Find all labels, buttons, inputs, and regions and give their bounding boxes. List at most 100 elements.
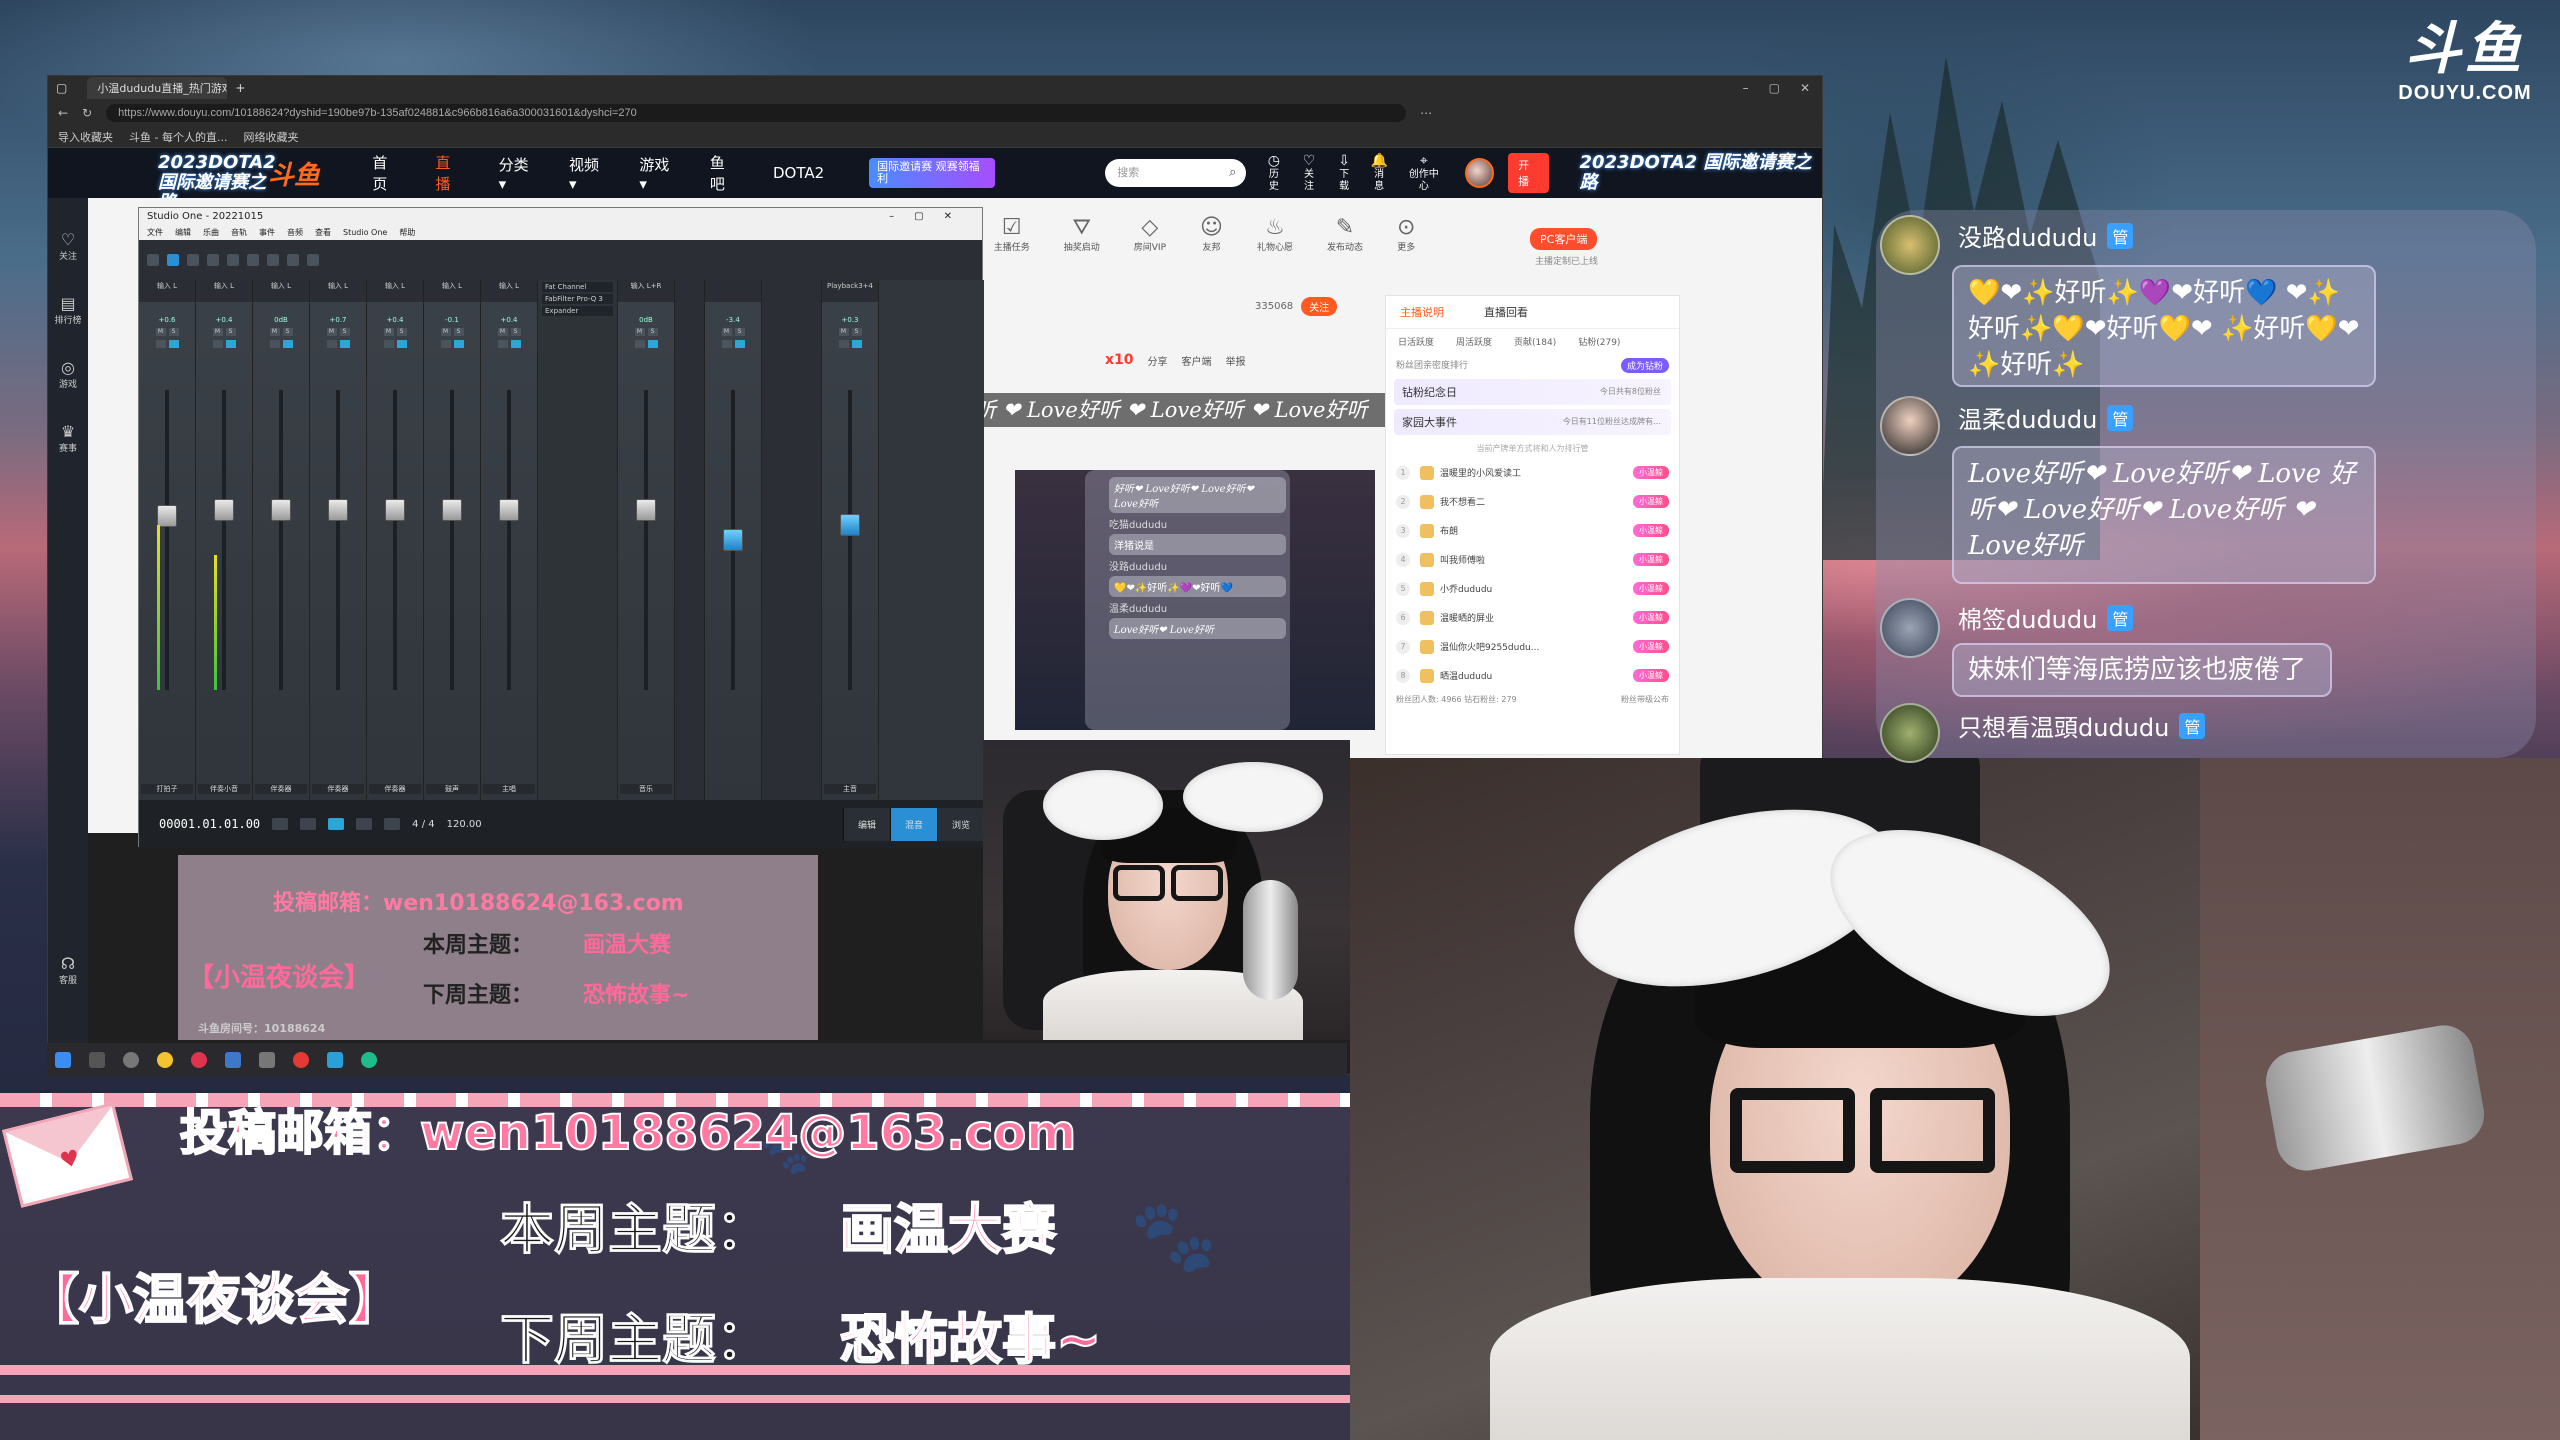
channel-input[interactable]: 输入 L — [253, 280, 309, 302]
rank-row[interactable]: 2 我不想看二 小温鲸 — [1386, 487, 1679, 516]
record-arm-button[interactable] — [634, 340, 645, 348]
go-live-button[interactable]: 开播 — [1508, 153, 1550, 193]
back-icon[interactable]: ← — [58, 106, 68, 120]
tab-replay[interactable]: 直播回看 — [1484, 304, 1528, 320]
follow-button[interactable]: 关注 — [1301, 297, 1338, 316]
dota-banner[interactable]: 2023DOTA2 国际邀请赛之路 — [48, 148, 276, 213]
split-tool-icon[interactable] — [247, 254, 259, 266]
record-icon[interactable] — [384, 818, 401, 830]
rank-row[interactable]: 3 布朗 小温鲸 — [1386, 516, 1679, 545]
monitor-button[interactable] — [282, 340, 293, 348]
channel-fader[interactable] — [214, 499, 234, 521]
dota-banner-right[interactable]: 2023DOTA2 国际邀请赛之路 — [1579, 153, 1822, 193]
tool-vip[interactable]: ◇ 房间VIP — [1134, 215, 1166, 253]
mute-button[interactable]: M — [497, 328, 508, 336]
channel-fader[interactable] — [328, 499, 348, 521]
eraser-tool-icon[interactable] — [227, 254, 239, 266]
channel-input[interactable]: 输入 L — [367, 280, 423, 302]
monitor-button[interactable] — [510, 340, 521, 348]
maximize-icon[interactable]: ▢ — [1769, 81, 1780, 95]
record-arm-button[interactable] — [326, 340, 337, 348]
channel-fader[interactable] — [499, 499, 519, 521]
event-anniversary[interactable]: 钻粉纪念日 今日共有8位粉丝 — [1394, 379, 1671, 405]
mute-tool-icon[interactable] — [267, 254, 279, 266]
sidebar-item-events[interactable]: ♛ 赛事 — [48, 422, 88, 454]
taskbar-app-icon[interactable] — [361, 1052, 377, 1068]
channel-name[interactable]: 伴奏器 — [312, 784, 364, 794]
channel-input[interactable]: 输入 L — [139, 280, 195, 302]
tab-anchor-info[interactable]: 主播说明 — [1400, 304, 1444, 320]
nav-video[interactable]: 视频▾ — [552, 154, 622, 193]
monitor-button[interactable] — [851, 340, 862, 348]
mute-button[interactable]: M — [634, 328, 645, 336]
messages-button[interactable]: 🔔 消息 — [1370, 153, 1389, 193]
monitor-button[interactable] — [647, 340, 658, 348]
menu-studio-one[interactable]: Studio One — [343, 226, 387, 240]
listen-tool-icon[interactable] — [307, 254, 319, 266]
record-arm-button[interactable] — [838, 340, 849, 348]
extensions-icon[interactable]: ⋯ — [1420, 106, 1432, 120]
channel-input[interactable]: 输入 L — [424, 280, 480, 302]
insert-slot[interactable]: Expander — [542, 306, 613, 316]
download-button[interactable]: ⇩ 下载 — [1335, 153, 1354, 193]
solo-button[interactable]: S — [225, 328, 236, 336]
rank-row[interactable]: 8 晒温dududu 小温鲸 — [1386, 661, 1679, 690]
mute-button[interactable]: M — [212, 328, 223, 336]
invite-badge[interactable]: 国际邀请赛 观赛领福利 — [869, 158, 996, 188]
record-arm-button[interactable] — [497, 340, 508, 348]
tool-post[interactable]: ✎ 发布动态 — [1327, 215, 1363, 253]
monitor-button[interactable] — [396, 340, 407, 348]
solo-button[interactable]: S — [734, 328, 745, 336]
browser-menu-icon[interactable]: ▢ — [56, 81, 67, 95]
solo-button[interactable]: S — [168, 328, 179, 336]
rank-row[interactable]: 4 叫我师傅啦 小温鲸 — [1386, 545, 1679, 574]
refresh-icon[interactable]: ↻ — [82, 106, 92, 120]
nav-yuba[interactable]: 鱼吧 — [693, 152, 756, 194]
become-vip-button[interactable]: 成为钻粉 — [1620, 358, 1669, 373]
studio-window-controls[interactable]: –▢✕ — [889, 208, 972, 226]
solo-button[interactable]: S — [851, 328, 862, 336]
menu-event[interactable]: 事件 — [259, 226, 275, 240]
bookmark-item[interactable]: 导入收藏夹 — [58, 129, 113, 145]
channel-name[interactable]: 主唱 — [483, 784, 535, 794]
bookmark-item[interactable]: 网络收藏夹 — [243, 129, 298, 145]
sidebar-item-rank[interactable]: ▤ 排行榜 — [48, 294, 88, 326]
close-icon[interactable]: ✕ — [1800, 81, 1810, 95]
select-tool-icon[interactable] — [167, 254, 179, 266]
taskbar-app-icon[interactable] — [293, 1052, 309, 1068]
record-arm-button[interactable] — [383, 340, 394, 348]
x10-badge[interactable]: x10 — [1105, 352, 1134, 368]
tab-browse[interactable]: 浏览 — [936, 807, 984, 841]
subtab-diamond[interactable]: 钻粉(279) — [1578, 335, 1620, 348]
share-link[interactable]: 分享 — [1148, 353, 1168, 368]
monitor-button[interactable] — [339, 340, 350, 348]
nav-dota2[interactable]: DOTA2 — [756, 164, 841, 182]
rank-row[interactable]: 1 温暖里的小风爱读工 小温鲸 — [1386, 458, 1679, 487]
monitor-button[interactable] — [453, 340, 464, 348]
new-tab-icon[interactable]: + — [235, 81, 245, 95]
subtab-contrib[interactable]: 贡献(184) — [1514, 335, 1556, 348]
record-arm-button[interactable] — [155, 340, 166, 348]
channel-input[interactable]: 输入 L — [481, 280, 537, 302]
rank-row[interactable]: 6 温暖晒的屏业 小温鲸 — [1386, 603, 1679, 632]
bend-tool-icon[interactable] — [287, 254, 299, 266]
menu-song[interactable]: 乐曲 — [203, 226, 219, 240]
stop-icon[interactable] — [328, 818, 345, 830]
tab-mix[interactable]: 混音 — [889, 807, 937, 841]
channel-name[interactable]: 主音 — [824, 784, 876, 794]
taskbar-app-icon[interactable] — [225, 1052, 241, 1068]
sidebar-item-follow[interactable]: ♡ 关注 — [48, 230, 88, 262]
taskbar-app-icon[interactable] — [157, 1052, 173, 1068]
forward-icon[interactable] — [300, 818, 317, 830]
bookmark-item[interactable]: 斗鱼 - 每个人的直... — [129, 129, 227, 145]
sidebar-item-service[interactable]: ☊ 客服 — [48, 954, 88, 986]
client-link[interactable]: 客户端 — [1182, 353, 1212, 368]
menu-track[interactable]: 音轨 — [231, 226, 247, 240]
tool-lottery[interactable]: ⛛ 抽奖启动 — [1064, 215, 1100, 253]
solo-button[interactable]: S — [453, 328, 464, 336]
record-arm-button[interactable] — [212, 340, 223, 348]
channel-name[interactable]: 音乐 — [620, 784, 672, 794]
follow-nav-button[interactable]: ♡ 关注 — [1299, 153, 1318, 193]
monitor-button[interactable] — [734, 340, 745, 348]
nav-category[interactable]: 分类▾ — [482, 154, 552, 193]
